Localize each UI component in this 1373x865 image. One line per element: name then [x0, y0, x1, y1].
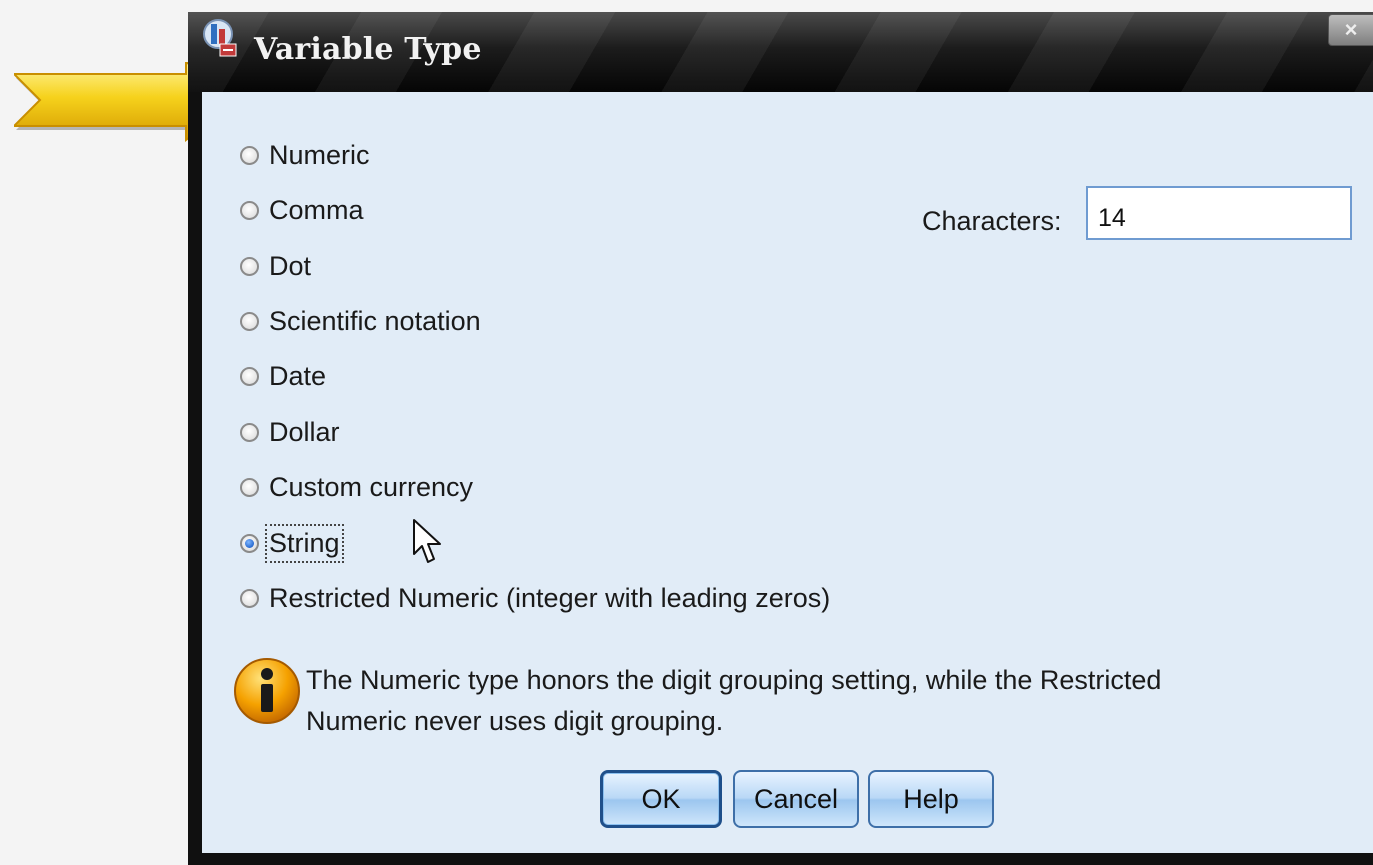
ok-button[interactable]: OK	[600, 770, 722, 828]
radio-button[interactable]	[240, 366, 259, 386]
radio-button[interactable]	[240, 145, 259, 165]
type-option-row[interactable]: Comma	[240, 193, 364, 227]
radio-label[interactable]: String	[265, 523, 344, 563]
radio-label[interactable]: Restricted Numeric (integer with leading…	[269, 583, 830, 614]
type-option-row[interactable]: Scientific notation	[240, 304, 481, 338]
radio-label[interactable]: Date	[269, 361, 326, 392]
radio-label[interactable]: Dot	[269, 251, 311, 282]
type-option-row[interactable]: Custom currency	[240, 470, 473, 504]
radio-button[interactable]	[240, 477, 259, 497]
spss-app-icon	[203, 19, 237, 57]
close-button[interactable]: ×	[1328, 14, 1373, 46]
titlebar[interactable]: Variable Type ×	[188, 12, 1373, 92]
radio-button[interactable]	[240, 311, 259, 331]
radio-label[interactable]: Custom currency	[269, 472, 473, 503]
type-option-row[interactable]: String	[240, 523, 344, 563]
dialog-title: Variable Type	[254, 32, 482, 67]
type-option-row[interactable]: Numeric	[240, 138, 370, 172]
variable-type-dialog: Variable Type × Numeric Comma Dot Scientifi…	[188, 12, 1373, 865]
type-option-row[interactable]: Dollar	[240, 415, 340, 449]
radio-label[interactable]: Comma	[269, 195, 364, 226]
type-option-row[interactable]: Date	[240, 359, 326, 393]
radio-button[interactable]	[240, 256, 259, 276]
info-icon	[234, 658, 300, 724]
characters-label: Characters:	[922, 206, 1062, 236]
info-note: The Numeric type honors the digit groupi…	[306, 660, 1286, 742]
radio-label[interactable]: Scientific notation	[269, 306, 481, 337]
type-option-row[interactable]: Restricted Numeric (integer with leading…	[240, 581, 830, 615]
cancel-button[interactable]: Cancel	[733, 770, 859, 828]
info-note-line: The Numeric type honors the digit groupi…	[306, 665, 1162, 695]
help-button[interactable]: Help	[868, 770, 994, 828]
dialog-content: Numeric Comma Dot Scientific notation Date Do…	[202, 92, 1373, 853]
radio-button[interactable]	[240, 588, 259, 608]
radio-label[interactable]: Numeric	[269, 140, 370, 171]
mouse-cursor-icon	[413, 519, 441, 563]
info-note-line: Numeric never uses digit grouping.	[306, 706, 724, 736]
radio-button[interactable]	[240, 533, 259, 553]
characters-input[interactable]	[1086, 186, 1352, 240]
radio-button[interactable]	[240, 422, 259, 442]
type-option-row[interactable]: Dot	[240, 249, 311, 283]
radio-label[interactable]: Dollar	[269, 417, 340, 448]
radio-button[interactable]	[240, 200, 259, 220]
